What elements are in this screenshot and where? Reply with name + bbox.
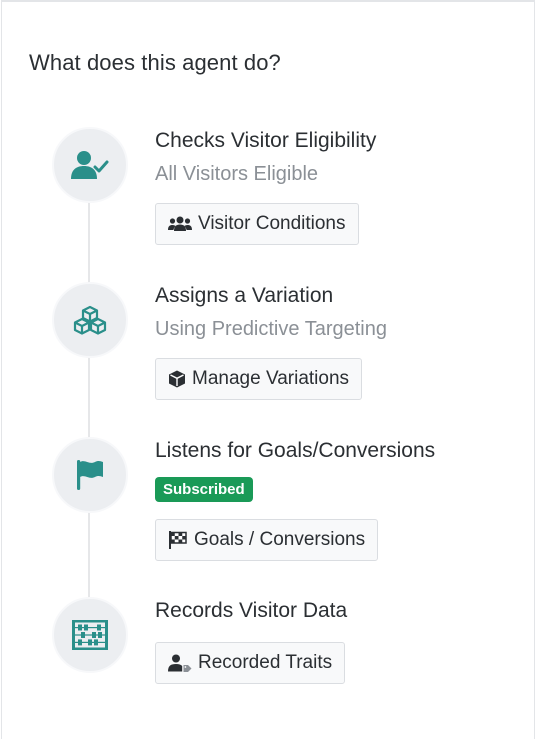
button-label: Goals / Conversions <box>194 529 366 550</box>
step-icon-circle <box>52 437 128 513</box>
step-goals-conversions: Listens for Goals/Conversions Subscribed… <box>52 437 522 587</box>
step-icon-circle <box>52 282 128 358</box>
step-record-visitor-data: Records Visitor Data Recorded Traits <box>52 597 522 747</box>
panel-title: What does this agent do? <box>29 50 281 75</box>
step-title: Records Visitor Data <box>155 599 348 622</box>
visitor-conditions-button[interactable]: Visitor Conditions <box>155 203 359 245</box>
manage-variations-button[interactable]: Manage Variations <box>155 358 363 400</box>
step-subtitle: Using Predictive Targeting <box>155 318 387 340</box>
button-label: Manage Variations <box>192 368 350 389</box>
checkered-flag-icon <box>169 531 187 549</box>
step-icon-circle <box>52 127 128 203</box>
step-subtitle: All Visitors Eligible <box>155 163 319 185</box>
subscribed-badge: Subscribed <box>155 477 253 502</box>
users-icon <box>168 216 192 231</box>
cubes-icon <box>73 305 107 335</box>
button-label: Visitor Conditions <box>198 213 346 234</box>
user-tag-icon <box>168 654 192 672</box>
flag-icon <box>77 460 103 490</box>
recorded-traits-button[interactable]: Recorded Traits <box>155 642 346 684</box>
step-title: Listens for Goals/Conversions <box>155 439 436 462</box>
agent-panel: What does this agent do? Checks Visitor … <box>1 0 535 739</box>
step-assign-variation: Assigns a Variation Using Predictive Tar… <box>52 282 522 432</box>
user-check-icon <box>71 151 109 179</box>
step-title: Checks Visitor Eligibility <box>155 129 377 152</box>
step-icon-circle <box>52 597 128 673</box>
goals-conversions-button[interactable]: Goals / Conversions <box>155 519 379 561</box>
abacus-icon <box>72 620 108 650</box>
button-label: Recorded Traits <box>198 652 333 673</box>
step-visitor-eligibility: Checks Visitor Eligibility All Visitors … <box>52 127 522 277</box>
step-title: Assigns a Variation <box>155 284 334 307</box>
cube-icon <box>169 370 185 388</box>
